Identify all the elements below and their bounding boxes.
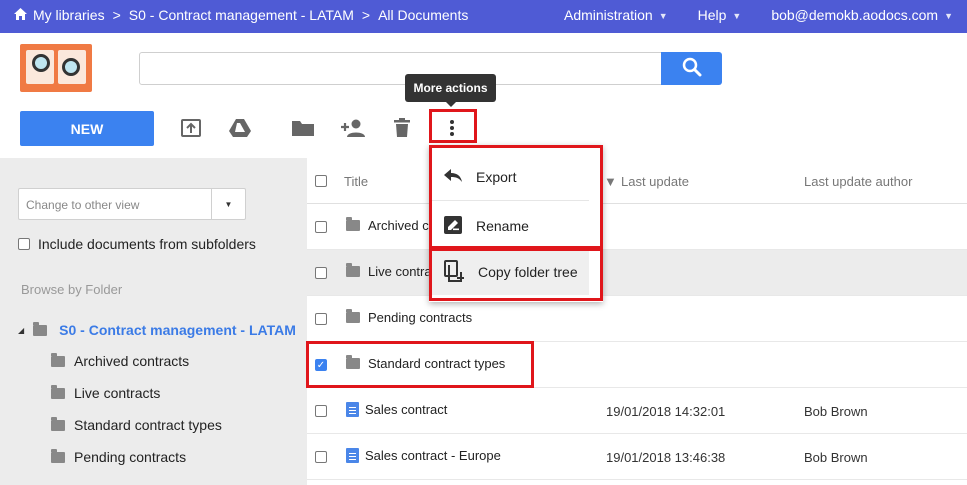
view-selector-placeholder: Change to other view — [26, 198, 140, 212]
folder-icon — [33, 321, 48, 336]
table-row[interactable]: Archived c — [307, 204, 967, 250]
chevron-down-icon: ▼ — [658, 11, 668, 22]
chevron-down-icon[interactable]: ▼ — [211, 189, 245, 219]
row-title[interactable]: Pending contracts — [368, 310, 472, 325]
column-last-update-author[interactable]: Last update author — [804, 174, 912, 189]
list-header: Title ▼ Last update Last update author — [307, 158, 967, 204]
trash-icon[interactable] — [389, 115, 415, 141]
tree-item-live[interactable]: Live contracts — [51, 384, 161, 401]
breadcrumb-separator: > — [361, 7, 371, 23]
view-selector[interactable]: Change to other view ▼ — [18, 188, 246, 220]
folder-icon — [346, 263, 360, 277]
home-icon — [14, 7, 27, 23]
tree-root-label: S0 - Contract management - LATAM — [59, 322, 296, 338]
tree-item-label: Live contracts — [74, 385, 161, 401]
include-subfolders-label: Include documents from subfolders — [38, 236, 256, 252]
table-row[interactable]: Sales contract - Europe 19/01/2018 13:46… — [307, 434, 967, 480]
sort-desc-icon: ▼ — [604, 174, 617, 189]
document-icon — [346, 448, 359, 463]
user-label: bob@demokb.aodocs.com — [771, 7, 939, 23]
breadcrumb-library[interactable]: S0 - Contract management - LATAM — [129, 7, 354, 23]
tree-item-standard[interactable]: Standard contract types — [51, 416, 222, 433]
row-date: 19/01/2018 13:46:38 — [606, 450, 726, 465]
new-button[interactable]: NEW — [20, 111, 154, 146]
administration-menu[interactable]: Administration ▼ — [564, 7, 668, 23]
table-row[interactable]: Sales contract 19/01/2018 14:32:01 Bob B… — [307, 388, 967, 434]
tree-item-label: Archived contracts — [74, 353, 190, 369]
search-button[interactable] — [661, 52, 722, 85]
folder-icon — [51, 416, 65, 431]
left-panel: Change to other view ▼ Include documents… — [0, 158, 307, 485]
magnifier-icon — [62, 58, 80, 76]
folder-icon[interactable] — [290, 115, 316, 141]
search-icon — [682, 57, 702, 80]
row-title[interactable]: Sales contract - Europe — [365, 448, 501, 463]
chevron-down-icon: ▼ — [732, 11, 742, 22]
copy-folder-tree-highlight — [429, 248, 603, 301]
row-date: 19/01/2018 14:32:01 — [606, 404, 726, 419]
table-row[interactable]: Live contra — [307, 250, 967, 296]
breadcrumb-separator: > — [112, 7, 121, 23]
folder-icon — [51, 384, 65, 399]
magnifier-icon — [32, 54, 50, 72]
row-title[interactable]: Live contra — [368, 264, 432, 279]
select-all-checkbox[interactable] — [315, 175, 327, 187]
tree-item-label: Pending contracts — [74, 449, 187, 465]
include-subfolders-option[interactable]: Include documents from subfolders — [18, 236, 256, 252]
help-menu[interactable]: Help ▼ — [698, 7, 742, 23]
row-checkbox[interactable] — [315, 267, 327, 279]
row-checkbox[interactable] — [315, 451, 327, 463]
chevron-down-icon: ▼ — [944, 11, 953, 22]
library-logo — [20, 44, 92, 92]
search-input[interactable] — [139, 52, 662, 85]
column-last-update[interactable]: Last update — [621, 174, 689, 189]
breadcrumb: My libraries > S0 - Contract management … — [14, 7, 468, 23]
folder-icon — [51, 352, 65, 367]
column-title[interactable]: Title — [344, 174, 368, 189]
standard-contract-highlight — [306, 341, 534, 388]
user-menu[interactable]: bob@demokb.aodocs.com ▼ — [771, 7, 953, 23]
table-row[interactable]: Pending contracts — [307, 296, 967, 342]
folder-icon — [346, 309, 360, 323]
folder-icon — [346, 217, 360, 231]
administration-label: Administration — [563, 7, 653, 23]
add-user-icon[interactable] — [340, 115, 366, 141]
google-drive-icon[interactable] — [227, 115, 253, 141]
document-icon — [346, 402, 359, 417]
top-navigation-bar: My libraries > S0 - Contract management … — [0, 0, 967, 33]
tree-item-archived[interactable]: Archived contracts — [51, 352, 190, 369]
folder-icon — [51, 448, 65, 463]
help-label: Help — [697, 7, 727, 23]
breadcrumb-my-libraries[interactable]: My libraries — [33, 7, 105, 23]
row-checkbox[interactable] — [315, 405, 327, 417]
expand-arrow-icon[interactable]: ◢ — [18, 326, 24, 335]
row-checkbox[interactable] — [315, 221, 327, 233]
more-actions-highlight — [429, 109, 477, 143]
document-list: Title ▼ Last update Last update author A… — [307, 158, 967, 485]
browse-by-folder-heading: Browse by Folder — [21, 282, 123, 297]
row-title[interactable]: Sales contract — [365, 402, 447, 417]
include-subfolders-checkbox[interactable] — [18, 238, 30, 250]
more-actions-tooltip: More actions — [405, 74, 496, 107]
export-rename-highlight — [429, 145, 603, 249]
tree-root-folder[interactable]: ◢ S0 - Contract management - LATAM — [18, 321, 296, 338]
upload-icon[interactable] — [178, 115, 204, 141]
row-checkbox[interactable] — [315, 313, 327, 325]
breadcrumb-view[interactable]: All Documents — [378, 7, 468, 23]
row-author: Bob Brown — [804, 450, 868, 465]
tree-item-label: Standard contract types — [74, 417, 222, 433]
tree-item-pending[interactable]: Pending contracts — [51, 448, 187, 465]
row-author: Bob Brown — [804, 404, 868, 419]
row-title[interactable]: Archived c — [368, 218, 429, 233]
